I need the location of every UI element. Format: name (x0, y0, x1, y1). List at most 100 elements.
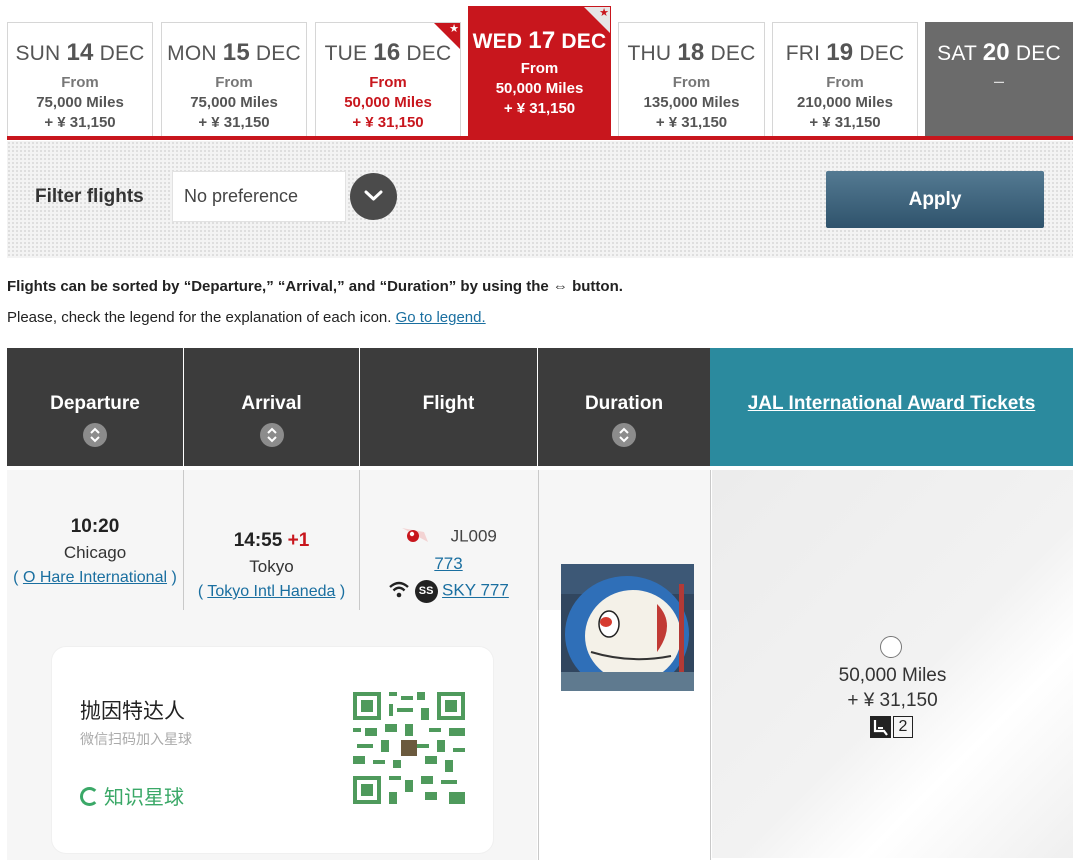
miles-price: 50,000 Miles (495, 80, 584, 97)
yen-price: + ¥ 31,150 (655, 114, 728, 131)
departure-cell: 10:20 Chicago ( O Hare International ) (7, 516, 183, 610)
seats-remaining-count: 2 (893, 716, 913, 738)
no-availability-dash: – (993, 71, 1004, 91)
yen-price: + ¥ 31,150 (44, 114, 116, 131)
day-number: 17 (528, 27, 556, 54)
seats-remaining-badge: 2 (870, 716, 913, 738)
month-name: DEC (1015, 42, 1061, 65)
date-tab-thu-18[interactable]: THU 18 DEC From 135,000 Miles + ¥ 31,150 (618, 22, 765, 138)
month-name: DEC (255, 42, 301, 65)
flight-number: JL009 (450, 526, 497, 546)
sort-toggle-icon[interactable] (259, 423, 284, 447)
yen-price: + ¥ 31,150 (503, 100, 576, 117)
day-name: TUE (324, 42, 368, 65)
date-tab-wed-17-selected[interactable]: ★ WED 17 DEC From 50,000 Miles + ¥ 31,15… (468, 6, 611, 139)
amenities-line: SS SKY 777 (360, 580, 537, 603)
column-header-flight: Flight (360, 348, 537, 466)
award-fare-cell[interactable]: 50,000 Miles + ¥ 31,150 2 (712, 470, 1073, 858)
chevron-down-icon[interactable] (350, 173, 397, 220)
month-name: DEC (561, 30, 607, 53)
arrival-time-value: 14:55 (233, 530, 283, 551)
sort-toggle-icon[interactable] (612, 423, 636, 447)
arrival-time: 14:55 +1 (184, 530, 359, 552)
date-label: THU 18 DEC (619, 39, 764, 67)
miles-price: 75,000 Miles (36, 94, 124, 111)
promo-brand: 知识星球 (80, 781, 184, 810)
wifi-icon (388, 580, 410, 603)
flight-cell: JL009 773 SS SKY 777 (360, 524, 537, 603)
month-name: DEC (99, 42, 145, 65)
filter-label: Filter flights (35, 186, 144, 207)
award-tickets-link[interactable]: JAL International Award Tickets (710, 393, 1073, 415)
day-name: MON (167, 42, 217, 65)
promo-title: 抛因特达人 (80, 699, 185, 723)
go-to-legend-link[interactable]: Go to legend. (396, 309, 486, 326)
arrival-cell: 14:55 +1 Tokyo ( Tokyo Intl Haneda ) (184, 530, 359, 603)
departure-city: Chicago (63, 543, 127, 562)
apply-button[interactable]: Apply (826, 171, 1044, 228)
aircraft-type-link[interactable]: 773 (360, 554, 537, 574)
header-label: Departure (50, 393, 140, 414)
yen-price: + ¥ 31,150 (809, 114, 881, 131)
header-label: Flight (422, 393, 475, 414)
filter-select[interactable]: No preference (172, 171, 397, 222)
jal-crane-logo-icon (400, 524, 430, 551)
date-label: FRI 19 DEC (773, 39, 917, 67)
promo-subtitle: 微信扫码加入星球 (80, 732, 192, 748)
date-label: SUN 14 DEC (8, 39, 152, 67)
departure-time: 10:20 (70, 516, 120, 537)
date-label: SAT 20 DEC (926, 39, 1072, 67)
award-yen: + ¥ 31,150 (847, 690, 938, 711)
from-label: From (520, 60, 559, 77)
from-label: From (369, 74, 407, 91)
column-header-duration: Duration (538, 348, 710, 466)
yen-price: + ¥ 31,150 (352, 114, 424, 131)
promo-brand-text: 知识星球 (104, 785, 184, 809)
departure-airport: ( O Hare International ) (13, 569, 177, 586)
column-divider (538, 470, 539, 860)
day-name: SUN (15, 42, 61, 65)
date-tab-mon-15[interactable]: MON 15 DEC From 75,000 Miles + ¥ 31,150 (161, 22, 307, 138)
award-miles: 50,000 Miles (838, 665, 947, 686)
day-name: SAT (937, 42, 977, 65)
miles-price: 50,000 Miles (344, 94, 432, 111)
sort-toggle-icon[interactable] (83, 423, 107, 447)
month-name: DEC (710, 42, 756, 65)
duration-image (561, 564, 694, 691)
seat-type-link[interactable]: SKY 777 (442, 581, 509, 600)
brand-ring-icon (80, 787, 99, 806)
filter-select-value[interactable]: No preference (172, 171, 346, 222)
departure-airport-link[interactable]: O Hare International (23, 569, 167, 586)
miles-price: 75,000 Miles (190, 94, 278, 111)
day-number: 16 (373, 39, 401, 66)
arrival-airport-link[interactable]: Tokyo Intl Haneda (207, 583, 335, 600)
miles-price: 135,000 Miles (643, 94, 740, 111)
column-header-arrival: Arrival (184, 348, 359, 466)
day-number: 14 (66, 39, 94, 66)
day-number: 20 (982, 39, 1010, 66)
day-name: WED (472, 30, 523, 53)
day-number: 18 (677, 39, 705, 66)
date-tab-tue-16[interactable]: ★ TUE 16 DEC From 50,000 Miles + ¥ 31,15… (315, 22, 461, 138)
header-label: Arrival (241, 393, 302, 414)
arrival-city: Tokyo (249, 557, 294, 576)
from-label: From (826, 74, 864, 91)
date-bar-underline (7, 136, 1073, 140)
day-number: 15 (222, 39, 250, 66)
from-label: From (215, 74, 253, 91)
arrival-airport: ( Tokyo Intl Haneda ) (197, 583, 346, 600)
date-label: MON 15 DEC (162, 39, 306, 67)
promo-card: 抛因特达人 微信扫码加入星球 知识星球 (52, 647, 493, 853)
day-name: THU (627, 42, 672, 65)
fare-radio-button[interactable] (880, 636, 902, 658)
day-name: FRI (785, 42, 821, 65)
date-tab-sun-14[interactable]: SUN 14 DEC From 75,000 Miles + ¥ 31,150 (7, 22, 153, 138)
column-header-departure: Departure (7, 348, 183, 466)
yen-price: + ¥ 31,150 (198, 114, 270, 131)
date-tab-fri-19[interactable]: FRI 19 DEC From 210,000 Miles + ¥ 31,150 (772, 22, 918, 138)
lowest-fare-flag-icon: ★ (584, 7, 610, 33)
date-tab-sat-20-unavailable: SAT 20 DEC – (925, 22, 1073, 138)
miles-price: 210,000 Miles (797, 94, 893, 111)
header-label: Duration (584, 393, 664, 414)
legend-hint-text: Please, check the legend for the explana… (7, 309, 396, 326)
